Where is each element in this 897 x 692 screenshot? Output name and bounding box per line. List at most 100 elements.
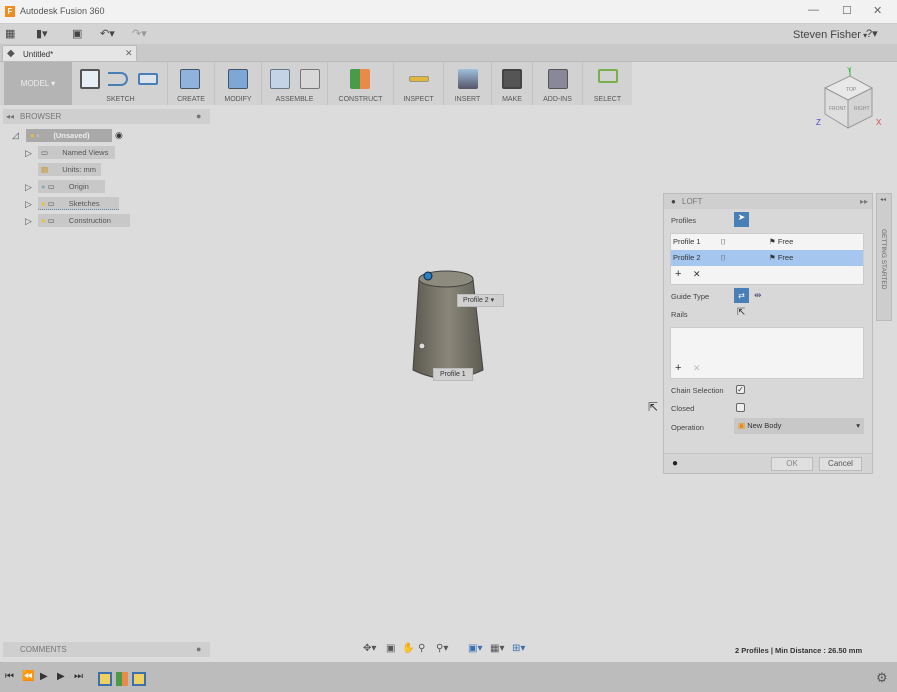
assemble-group[interactable]: ASSEMBLE (262, 62, 328, 105)
guide-rails-button[interactable]: ⇄ (734, 288, 749, 303)
browser-item-units[interactable]: ▤ Units: mm (38, 163, 101, 176)
expand-named-views-icon[interactable]: ▷ (25, 148, 32, 159)
zoom-icon[interactable]: ⚲ (418, 643, 425, 654)
profile-row-1[interactable]: Profile 1 ⌷ ⚑ Free (671, 234, 863, 250)
extrude-icon[interactable] (180, 69, 200, 89)
remove-rail-button[interactable]: ✕ (693, 363, 701, 374)
assemble-menu[interactable]: ASSEMBLE (262, 96, 327, 103)
sketch-group[interactable]: SKETCH (74, 62, 168, 105)
step-forward-icon[interactable]: ▶ (57, 671, 65, 682)
visibility-bulb-icon[interactable]: ● (41, 199, 46, 208)
profile-1-handle[interactable] (418, 342, 426, 350)
new-component-icon[interactable] (270, 69, 290, 89)
comments-panel-header[interactable]: COMMENTS ● (3, 642, 210, 657)
expand-sketches-icon[interactable]: ▷ (25, 199, 32, 210)
expand-construction-icon[interactable]: ▷ (25, 216, 32, 227)
grid-settings-icon[interactable]: ▦▾ (490, 643, 504, 654)
profile-2-label[interactable]: Profile 2 ▾ (457, 294, 504, 307)
visibility-bulb-icon[interactable]: ● (41, 216, 46, 225)
select-group[interactable]: SELECT (583, 62, 632, 105)
construct-menu[interactable]: CONSTRUCT (328, 96, 393, 103)
operation-dropdown[interactable]: ▣ New Body ▾ (734, 418, 864, 434)
chain-selection-checkbox[interactable]: ✓ (736, 385, 745, 394)
document-tab[interactable]: ◆ Untitled* ✕ (2, 45, 137, 62)
scripts-icon[interactable] (548, 69, 568, 89)
redo-icon[interactable]: ↷▾ (132, 27, 147, 40)
loft-dialog-header[interactable]: ● LOFT ▸▸ (664, 194, 872, 209)
construct-group[interactable]: CONSTRUCT (328, 62, 394, 105)
visibility-bulb-icon[interactable]: ● (41, 182, 46, 191)
orbit-icon[interactable]: ✥▾ (363, 643, 376, 654)
remove-profile-button[interactable]: ✕ (693, 269, 701, 280)
expand-origin-icon[interactable]: ▷ (25, 182, 32, 193)
inspect-group[interactable]: INSPECT (394, 62, 444, 105)
centerline-button[interactable]: ⇹ (754, 290, 762, 301)
closed-checkbox[interactable] (736, 403, 745, 412)
user-menu[interactable]: Steven Fisher ▾ (793, 29, 867, 41)
info-icon[interactable]: ● (672, 458, 678, 469)
profile-row-2[interactable]: Profile 2 ⌷ ⚑ Free (671, 250, 863, 266)
expand-dialog-icon[interactable]: ▸▸ (860, 194, 868, 209)
sketch-menu[interactable]: SKETCH (74, 96, 167, 103)
browser-options-icon[interactable]: ● (196, 111, 201, 121)
browser-panel-header[interactable]: ◂◂ BROWSER ● (3, 109, 210, 124)
timeline-sketch-2[interactable] (132, 672, 146, 686)
fit-icon[interactable]: ⚲▾ (436, 643, 448, 654)
save-icon[interactable]: ▣ (72, 27, 82, 40)
add-comment-icon[interactable]: ● (196, 644, 201, 654)
add-rail-button[interactable]: + (675, 362, 681, 374)
maximize-button[interactable]: ☐ (842, 4, 852, 17)
browser-item-sketches[interactable]: ● ▭ Sketches (38, 197, 119, 210)
timeline-plane[interactable] (116, 672, 128, 686)
collapse-root-icon[interactable]: ◿ (12, 130, 19, 141)
condition-icon[interactable]: ⚑ Free (769, 250, 793, 266)
rails-select-icon[interactable]: ⇱ (737, 307, 745, 318)
create-menu[interactable]: CREATE (168, 96, 214, 103)
profile-1-label[interactable]: Profile 1 (433, 368, 473, 381)
go-to-start-icon[interactable]: ⏮ (5, 671, 14, 682)
make-menu[interactable]: MAKE (492, 96, 532, 103)
collapse-browser-icon[interactable]: ◂◂ (6, 112, 14, 121)
3d-print-icon[interactable] (502, 69, 522, 89)
display-settings-icon[interactable]: ▣▾ (468, 643, 482, 654)
undo-icon[interactable]: ↶▾ (100, 27, 115, 40)
cancel-button[interactable]: Cancel (819, 457, 862, 471)
timeline-sketch-1[interactable] (98, 672, 112, 686)
addins-group[interactable]: ADD-INS (533, 62, 583, 105)
select-menu[interactable]: SELECT (583, 96, 632, 103)
browser-root[interactable]: ● ▫ (Unsaved) (26, 129, 112, 142)
file-menu-icon[interactable]: ▮▾ (36, 27, 48, 40)
browser-item-construction[interactable]: ● ▭ Construction (38, 214, 130, 227)
add-profile-button[interactable]: + (675, 268, 681, 280)
minimize-button[interactable]: — (808, 4, 819, 16)
browser-item-origin[interactable]: ● ▭ Origin (38, 180, 105, 193)
modify-group[interactable]: MODIFY (215, 62, 262, 105)
joint-icon[interactable] (300, 69, 320, 89)
make-group[interactable]: MAKE (492, 62, 533, 105)
visibility-bulb-icon[interactable]: ● (30, 131, 35, 140)
step-back-icon[interactable]: ⏪ (22, 671, 34, 682)
create-group[interactable]: CREATE (168, 62, 215, 105)
condition-icon[interactable]: ⚑ Free (769, 234, 793, 250)
measure-icon[interactable] (409, 76, 429, 82)
arc-icon[interactable] (108, 72, 128, 86)
look-at-icon[interactable]: ▣ (386, 643, 395, 654)
timeline-settings-gear-icon[interactable]: ⚙ (876, 670, 888, 686)
viewports-icon[interactable]: ⊞▾ (512, 643, 525, 654)
insert-menu[interactable]: INSERT (444, 96, 491, 103)
press-pull-icon[interactable] (228, 69, 248, 89)
go-to-end-icon[interactable]: ⏭ (74, 671, 83, 682)
workspace-switcher[interactable]: MODEL ▾ (4, 62, 72, 105)
inspect-menu[interactable]: INSPECT (394, 96, 443, 103)
play-icon[interactable]: ▶ (40, 671, 48, 682)
help-button[interactable]: ?▾ (866, 27, 878, 40)
apps-grid-icon[interactable]: ▦ (5, 27, 15, 40)
profile-2-handle[interactable] (423, 271, 433, 281)
profiles-select-button[interactable]: ➤ (734, 212, 749, 227)
browser-item-named-views[interactable]: ▭ Named Views (38, 146, 115, 159)
create-sketch-icon[interactable] (80, 69, 100, 89)
viewcube[interactable]: TOP FRONT RIGHT Y Z X (810, 64, 890, 139)
plane-icon[interactable] (350, 69, 370, 89)
activate-component-icon[interactable]: ◉ (115, 130, 123, 141)
close-tab-icon[interactable]: ✕ (125, 48, 133, 59)
